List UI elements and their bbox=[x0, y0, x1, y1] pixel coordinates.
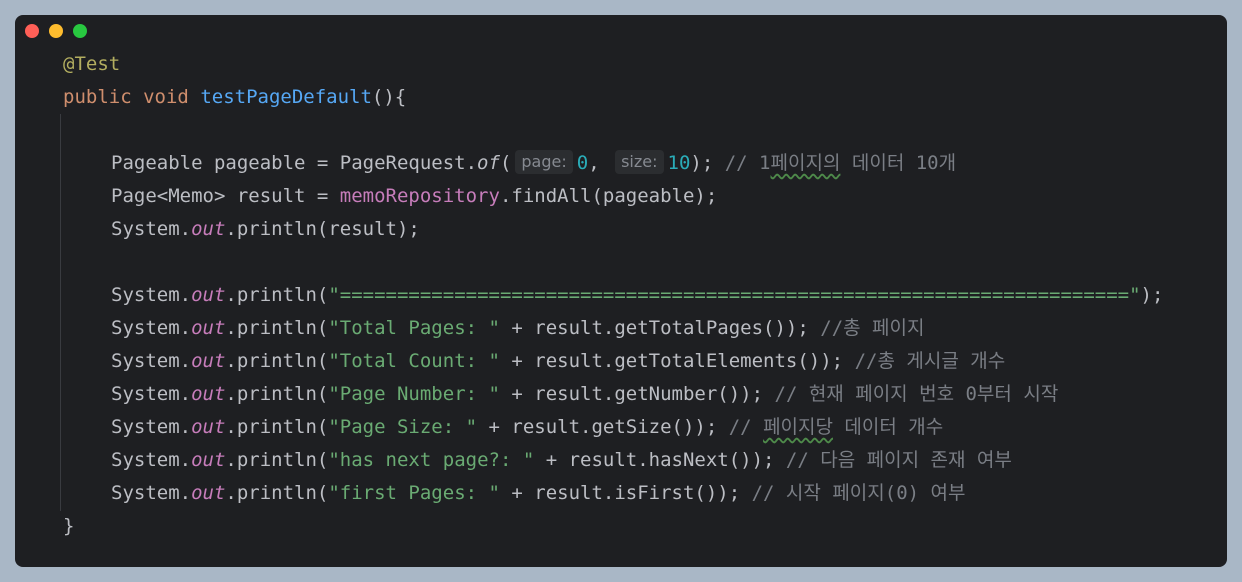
static-field-out: out bbox=[191, 284, 226, 306]
code-text: ); bbox=[1140, 284, 1164, 306]
code-line-println-separator: System.out.println("====================… bbox=[111, 279, 1163, 312]
code-text: .println( bbox=[225, 317, 329, 339]
code-text: System. bbox=[111, 317, 192, 339]
code-text: .findAll(pageable); bbox=[499, 185, 718, 207]
string-literal: "has next page?: " bbox=[328, 449, 535, 471]
annotation-token: @Test bbox=[63, 53, 121, 75]
code-text: System. bbox=[111, 284, 192, 306]
code-text: + result.getNumber()); bbox=[499, 383, 764, 405]
code-text: .println( bbox=[225, 416, 329, 438]
code-text: ); bbox=[690, 152, 714, 174]
comment: 데이터 10개 bbox=[840, 152, 957, 174]
indent-guide bbox=[60, 114, 61, 511]
code-line-findall: Page<Memo> result = memoRepository.findA… bbox=[111, 180, 717, 213]
comment: //총 게시글 개수 bbox=[843, 350, 1006, 372]
code-line-closing-brace: } bbox=[63, 510, 74, 543]
code-text: .println( bbox=[225, 449, 329, 471]
comment: // 시작 페이지(0) 여부 bbox=[740, 482, 966, 504]
code-text: + result.getSize()); bbox=[477, 416, 718, 438]
minimize-window-button[interactable] bbox=[49, 24, 63, 38]
method-name: testPageDefault bbox=[200, 86, 372, 108]
comment-typo-underlined: 페이지의 bbox=[770, 152, 841, 174]
static-field-out: out bbox=[191, 218, 226, 240]
code-text: System. bbox=[111, 449, 192, 471]
string-literal: "=======================================… bbox=[328, 284, 1141, 306]
code-text: + result.isFirst()); bbox=[499, 482, 741, 504]
code-line-println-page-number: System.out.println("Page Number: " + res… bbox=[111, 378, 1058, 411]
keyword-void: void bbox=[143, 86, 189, 108]
code-line-println-page-size: System.out.println("Page Size: " + resul… bbox=[111, 411, 943, 444]
static-field-out: out bbox=[191, 416, 226, 438]
parameter-hint-page: page: bbox=[515, 150, 573, 174]
comment: // 1 bbox=[713, 152, 771, 174]
code-text: , bbox=[588, 152, 612, 174]
code-text: Pageable pageable = PageRequest. bbox=[111, 152, 478, 174]
code-text: .println( bbox=[225, 350, 329, 372]
code-text: ( bbox=[499, 152, 512, 174]
comment: //총 페이지 bbox=[808, 317, 925, 339]
string-literal: "Total Count: " bbox=[328, 350, 500, 372]
code-text: .println( bbox=[225, 284, 329, 306]
maximize-window-button[interactable] bbox=[73, 24, 87, 38]
parameter-hint-size: size: bbox=[615, 150, 664, 174]
code-text: .println(result); bbox=[225, 218, 420, 240]
static-method-of: of bbox=[477, 152, 500, 174]
code-line-annotation: @Test bbox=[63, 48, 120, 81]
code-text: .println( bbox=[225, 482, 329, 504]
code-text: .println( bbox=[225, 383, 329, 405]
code-text: + result.getTotalPages()); bbox=[499, 317, 809, 339]
code-text: + result.getTotalElements()); bbox=[499, 350, 844, 372]
signature-rest: (){ bbox=[371, 86, 407, 108]
comment: // 현재 페이지 번호 0부터 시작 bbox=[763, 383, 1059, 405]
number-literal: 10 bbox=[667, 152, 691, 174]
code-line-println-has-next: System.out.println("has next page?: " + … bbox=[111, 444, 1012, 477]
code-text: Page<Memo> result = bbox=[111, 185, 340, 207]
comment-typo-underlined: 페이지당 bbox=[763, 416, 833, 438]
static-field-out: out bbox=[191, 482, 226, 504]
editor-window: @Test public void testPageDefault(){ Pag… bbox=[15, 15, 1227, 567]
close-window-button[interactable] bbox=[25, 24, 39, 38]
code-text: System. bbox=[111, 383, 192, 405]
code-line-println-result: System.out.println(result); bbox=[111, 213, 420, 246]
static-field-out: out bbox=[191, 350, 226, 372]
comment: // bbox=[717, 416, 764, 438]
comment: 데이터 개수 bbox=[832, 416, 944, 438]
static-field-out: out bbox=[191, 449, 226, 471]
closing-brace: } bbox=[63, 515, 75, 537]
code-line-println-is-first: System.out.println("first Pages: " + res… bbox=[111, 477, 965, 510]
static-field-out: out bbox=[191, 317, 226, 339]
comment: // 다음 페이지 존재 여부 bbox=[774, 449, 1012, 471]
static-field-out: out bbox=[191, 383, 226, 405]
string-literal: "Total Pages: " bbox=[328, 317, 500, 339]
code-text: System. bbox=[111, 416, 192, 438]
code-text: + result.hasNext()); bbox=[534, 449, 775, 471]
string-literal: "Page Size: " bbox=[328, 416, 478, 438]
string-literal: "Page Number: " bbox=[328, 383, 500, 405]
string-literal: "first Pages: " bbox=[328, 482, 500, 504]
code-text: System. bbox=[111, 482, 192, 504]
number-literal: 0 bbox=[576, 152, 589, 174]
field-memo-repository: memoRepository bbox=[339, 185, 500, 207]
code-line-println-total-count: System.out.println("Total Count: " + res… bbox=[111, 345, 1005, 378]
code-line-println-total-pages: System.out.println("Total Pages: " + res… bbox=[111, 312, 925, 345]
code-line-signature: public void testPageDefault(){ bbox=[63, 81, 406, 114]
keyword-public: public bbox=[63, 86, 132, 108]
code-text: System. bbox=[111, 350, 192, 372]
code-text: System. bbox=[111, 218, 192, 240]
code-line-pageable: Pageable pageable = PageRequest.of(page:… bbox=[111, 147, 956, 180]
